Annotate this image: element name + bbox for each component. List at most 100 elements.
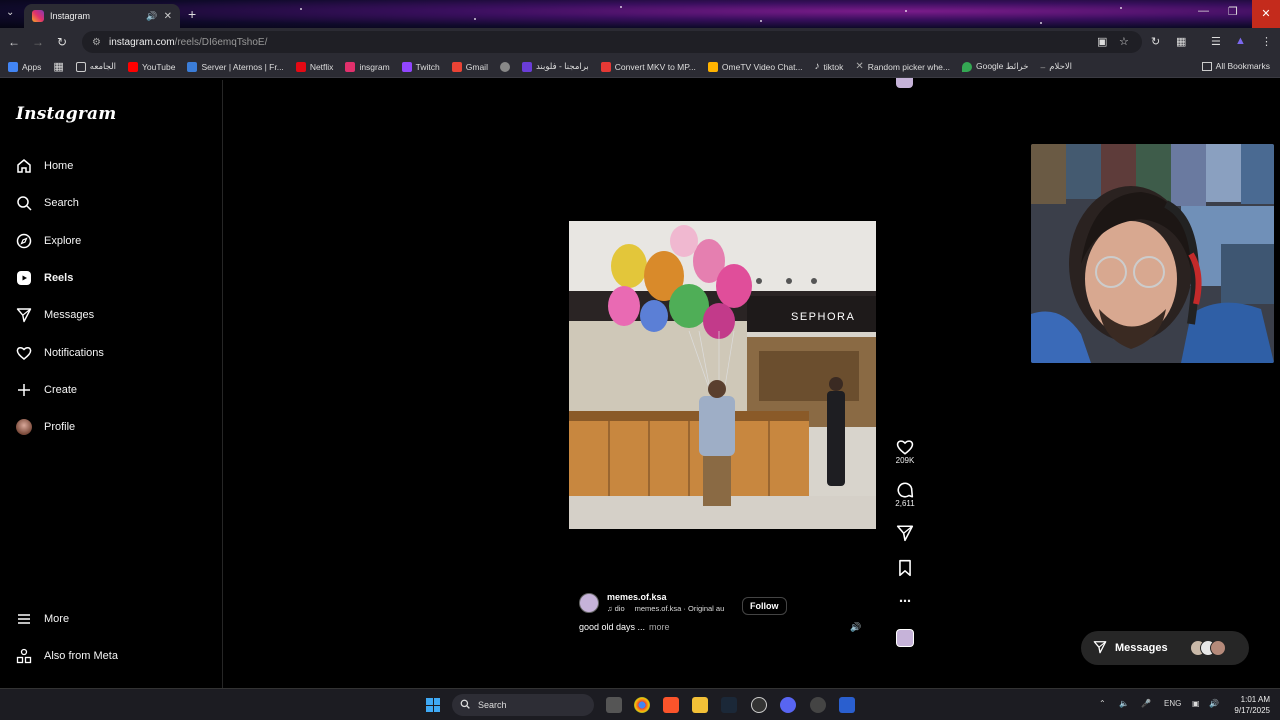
bookmarks-bar: Apps ▦ الجامعه YouTube Server | Aternos … bbox=[0, 56, 1280, 78]
author-avatar[interactable] bbox=[579, 592, 599, 613]
clock-time: 1:01 AM bbox=[1240, 695, 1270, 704]
bookmark-item[interactable]: Google خرائط bbox=[961, 61, 1029, 72]
bookmark-item[interactable]: ▦ bbox=[53, 60, 63, 73]
bookmark-star-icon[interactable]: ☆ bbox=[1119, 35, 1129, 48]
new-tab-button[interactable]: + bbox=[188, 6, 196, 22]
profile-icon[interactable]: ▲ bbox=[1235, 35, 1246, 47]
language-indicator[interactable]: ENG bbox=[1164, 699, 1181, 708]
install-app-icon[interactable]: ▣ bbox=[1097, 35, 1107, 48]
audio-artist[interactable]: dio bbox=[615, 604, 625, 613]
bookmark-item[interactable]: Gmail bbox=[451, 61, 488, 72]
speaker-icon[interactable]: 🔈 bbox=[1119, 699, 1129, 708]
bookmark-item[interactable]: OmeTV Video Chat... bbox=[707, 61, 803, 72]
youtube-icon bbox=[128, 61, 139, 72]
extensions-icon[interactable]: ▦ bbox=[1176, 35, 1186, 48]
bookmark-item[interactable]: Netflix bbox=[295, 61, 333, 72]
minimize-button[interactable]: — bbox=[1198, 5, 1209, 17]
caption-more-link[interactable]: more bbox=[649, 622, 670, 632]
browser-tab-instagram[interactable]: Instagram 🔊 ✕ bbox=[24, 4, 180, 28]
obs-icon[interactable] bbox=[751, 697, 767, 713]
like-button[interactable]: 209K bbox=[892, 438, 918, 465]
clock[interactable]: 1:01 AM 9/17/2025 bbox=[1234, 694, 1270, 716]
back-arrow-icon[interactable]: ← bbox=[2, 35, 26, 49]
browser-menu-icon[interactable]: ⋮ bbox=[1261, 35, 1272, 48]
bookmark-item[interactable]: insgram bbox=[345, 61, 390, 72]
save-button[interactable] bbox=[892, 559, 918, 577]
tab-audio-icon[interactable]: 🔊 bbox=[146, 11, 157, 22]
bookmark-item[interactable]: برامجنا - فلوبند bbox=[521, 61, 589, 72]
nav-home[interactable]: Home bbox=[16, 158, 73, 174]
close-window-button[interactable]: ✕ bbox=[1252, 0, 1280, 28]
heart-icon bbox=[892, 438, 918, 456]
bookmark-item[interactable]: Server | Aternos | Fr... bbox=[187, 61, 284, 72]
author-username[interactable]: memes.of.ksa bbox=[607, 592, 724, 602]
tab-close-icon[interactable]: ✕ bbox=[164, 11, 172, 22]
start-button-icon[interactable] bbox=[426, 698, 440, 712]
bookmark-item[interactable]: الجامعه bbox=[75, 61, 116, 72]
address-bar[interactable]: ⚙ instagram.com/reels/DI6emqTshoE/ bbox=[82, 31, 1142, 53]
windows-taskbar: Search ⌃ 🔈 🎤 ENG ▣ 🔊 1:01 AM 9/17/2025 bbox=[0, 688, 1280, 720]
bookmark-item[interactable]: Apps bbox=[8, 61, 41, 72]
bookmark-item[interactable] bbox=[499, 61, 510, 72]
volume-icon[interactable]: 🔊 bbox=[850, 622, 861, 633]
bookmark-item[interactable]: YouTube bbox=[128, 61, 175, 72]
discord-icon[interactable] bbox=[780, 697, 796, 713]
random-picker-icon: ✕ bbox=[855, 61, 864, 72]
file-explorer-icon[interactable] bbox=[692, 697, 708, 713]
audio-cover-icon bbox=[896, 629, 914, 647]
nav-messages[interactable]: Messages bbox=[16, 307, 94, 323]
brave-icon[interactable] bbox=[663, 697, 679, 713]
home-icon bbox=[16, 158, 32, 174]
bookmark-label: Server | Aternos | Fr... bbox=[201, 61, 284, 72]
more-options-icon[interactable]: ⋯ bbox=[892, 594, 918, 608]
bookmark-item[interactable]: – الاحلام bbox=[1041, 61, 1073, 72]
audio-thumbnail[interactable] bbox=[892, 629, 918, 647]
bookmark-item[interactable]: Twitch bbox=[401, 61, 440, 72]
steam-icon[interactable] bbox=[721, 697, 737, 713]
nav-profile[interactable]: Profile bbox=[16, 419, 75, 435]
like-count: 209K bbox=[895, 456, 915, 465]
nav-create[interactable]: Create bbox=[16, 382, 77, 398]
app-icon[interactable] bbox=[839, 697, 855, 713]
nav-also-from-meta[interactable]: Also from Meta bbox=[16, 648, 118, 664]
follow-button[interactable]: Follow bbox=[742, 597, 787, 615]
microphone-icon[interactable]: 🎤 bbox=[1141, 699, 1151, 708]
display-icon[interactable]: ▣ bbox=[1192, 699, 1200, 708]
nav-more[interactable]: More bbox=[16, 611, 69, 627]
messages-drawer-button[interactable]: Messages bbox=[1081, 631, 1249, 665]
tab-search-chevron-icon[interactable]: ⌄ bbox=[6, 7, 20, 21]
site-info-icon[interactable]: ⚙ bbox=[92, 37, 101, 48]
nav-explore[interactable]: Explore bbox=[16, 233, 81, 249]
restore-button[interactable]: ❐ bbox=[1228, 5, 1238, 18]
all-bookmarks-button[interactable]: All Bookmarks bbox=[1201, 61, 1270, 71]
nav-search[interactable]: Search bbox=[16, 195, 79, 211]
share-icon bbox=[892, 524, 918, 542]
audio-track[interactable]: memes.of.ksa · Original au bbox=[635, 604, 725, 613]
chrome-icon[interactable] bbox=[634, 697, 650, 713]
nav-reels[interactable]: Reels bbox=[16, 270, 73, 286]
globe-icon bbox=[499, 61, 510, 72]
nav-label: Home bbox=[44, 160, 74, 172]
volume-icon[interactable]: 🔊 bbox=[1209, 699, 1219, 708]
forward-arrow-icon[interactable]: → bbox=[26, 35, 50, 49]
bookmark-item[interactable]: ✕ Random picker whe... bbox=[855, 61, 950, 72]
nav-label: Notifications bbox=[44, 347, 104, 359]
task-view-icon[interactable] bbox=[606, 697, 622, 713]
music-note-icon: ♫ bbox=[607, 604, 613, 613]
tray-chevron-icon[interactable]: ⌃ bbox=[1099, 699, 1106, 708]
comment-button[interactable]: 2,611 bbox=[892, 481, 918, 508]
reel-author-info: memes.of.ksa ♫ dio memes.of.ksa · Origina… bbox=[579, 592, 724, 632]
media-control-icon[interactable]: ☰ bbox=[1211, 35, 1221, 48]
nav-notifications[interactable]: Notifications bbox=[16, 345, 104, 361]
share-button[interactable] bbox=[892, 524, 918, 542]
plus-icon bbox=[16, 382, 32, 398]
bookmark-item[interactable]: ♪ tiktok bbox=[815, 61, 844, 72]
reload-icon[interactable]: ↻ bbox=[50, 35, 74, 49]
reel-video[interactable]: SEPHORA bbox=[569, 221, 876, 529]
browser-toolbar: ← → ↻ ⚙ instagram.com/reels/DI6emqTshoE/… bbox=[0, 28, 1280, 56]
taskbar-search[interactable]: Search bbox=[452, 694, 594, 716]
app-icon[interactable] bbox=[810, 697, 826, 713]
bookmark-item[interactable]: Convert MKV to MP... bbox=[600, 61, 696, 72]
instagram-logo[interactable]: Instagram bbox=[16, 104, 116, 124]
apps-grid-icon bbox=[8, 61, 18, 72]
